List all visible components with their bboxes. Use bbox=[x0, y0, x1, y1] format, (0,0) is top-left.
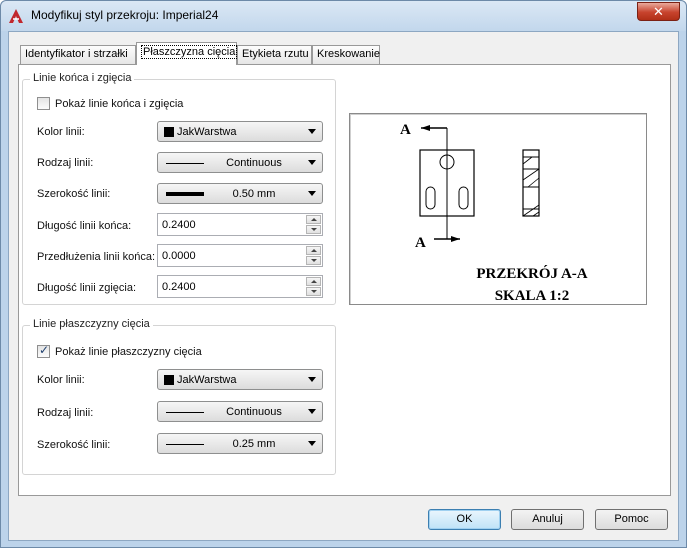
part-slot-left bbox=[425, 186, 436, 210]
spin-down-icon[interactable] bbox=[306, 287, 321, 296]
spin-up-icon[interactable] bbox=[306, 277, 321, 286]
tab-hatching[interactable]: Kreskowanie bbox=[312, 45, 380, 64]
select-value: 0.25 mm bbox=[232, 438, 276, 450]
end-lines-group: Linie końca i zgięcia Pokaż linie końca … bbox=[22, 72, 336, 305]
show-end-lines-label: Pokaż linie końca i zgięcia bbox=[55, 98, 184, 110]
preview-marker-bottom: A bbox=[415, 235, 426, 251]
end-lineweight-label: Szerokość linii: bbox=[37, 188, 111, 200]
hatch-line bbox=[522, 204, 540, 217]
show-plane-lines-label: Pokaż linie płaszczyzny cięcia bbox=[55, 346, 202, 358]
end-color-select[interactable]: JakWarstwa bbox=[157, 121, 323, 142]
spin-down-icon[interactable] bbox=[306, 225, 321, 234]
hatch-line bbox=[532, 211, 540, 217]
preview-image: A A PRZEKRÓJ A-A SKALA 1:2 bbox=[349, 113, 647, 305]
plane-color-select[interactable]: JakWarstwa bbox=[157, 369, 323, 390]
line-sample-icon bbox=[166, 192, 204, 196]
line-sample-icon bbox=[166, 444, 204, 445]
ok-button[interactable]: OK bbox=[428, 509, 501, 530]
extension-label: Przedłużenia linii końca: bbox=[37, 251, 156, 263]
color-swatch bbox=[164, 127, 174, 137]
part-slot-right bbox=[458, 186, 469, 210]
extension-input[interactable] bbox=[160, 247, 300, 264]
tab-cutting-plane[interactable]: Płaszczyzna cięcia bbox=[136, 42, 238, 65]
tab-label: Etykieta rzutu bbox=[242, 48, 309, 60]
help-button[interactable]: Pomoc bbox=[595, 509, 668, 530]
show-end-lines-checkbox[interactable] bbox=[37, 97, 50, 110]
chevron-down-icon bbox=[308, 191, 316, 196]
dialog-client: Identyfikator i strzałki Płaszczyzna cię… bbox=[8, 31, 679, 541]
hatch-line bbox=[522, 156, 533, 165]
plane-linetype-select[interactable]: Continuous bbox=[157, 401, 323, 422]
tab-label: Identyfikator i strzałki bbox=[25, 48, 128, 60]
tab-label: Kreskowanie bbox=[317, 48, 380, 60]
plane-color-label: Kolor linii: bbox=[37, 374, 85, 386]
end-lineweight-select[interactable]: 0.50 mm bbox=[157, 183, 323, 204]
preview-marker-top: A bbox=[400, 122, 411, 138]
chevron-down-icon bbox=[308, 377, 316, 382]
close-button[interactable]: ✕ bbox=[637, 2, 680, 21]
end-linetype-select[interactable]: Continuous bbox=[157, 152, 323, 173]
arrow-left-icon bbox=[421, 125, 430, 131]
show-plane-lines-checkbox[interactable] bbox=[37, 343, 50, 358]
section-view bbox=[522, 149, 540, 217]
tab-identifier-arrows[interactable]: Identyfikator i strzałki bbox=[20, 45, 136, 64]
preview-caption-title: PRZEKRÓJ A-A bbox=[476, 265, 587, 282]
line-sample-icon bbox=[166, 163, 204, 164]
plane-linetype-label: Rodzaj linii: bbox=[37, 407, 94, 419]
select-value: JakWarstwa bbox=[177, 126, 237, 138]
group-title: Linie końca i zgięcia bbox=[30, 72, 135, 84]
tab-panel: Linie końca i zgięcia Pokaż linie końca … bbox=[18, 64, 671, 496]
chevron-down-icon bbox=[308, 160, 316, 165]
chevron-down-icon bbox=[308, 129, 316, 134]
title-bar[interactable]: Modyfikuj styl przekroju: Imperial24 ✕ bbox=[1, 1, 686, 31]
extension-spinner[interactable] bbox=[157, 244, 323, 267]
end-length-input[interactable] bbox=[160, 216, 300, 233]
spin-up-icon[interactable] bbox=[306, 246, 321, 255]
plane-lineweight-label: Szerokość linii: bbox=[37, 439, 111, 451]
hatch-line bbox=[527, 177, 540, 188]
color-swatch bbox=[164, 375, 174, 385]
jog-length-spinner[interactable] bbox=[157, 275, 323, 298]
preview-caption-scale: SKALA 1:2 bbox=[495, 288, 570, 304]
select-value: 0.50 mm bbox=[232, 188, 276, 200]
hatch-line bbox=[522, 168, 540, 181]
group-title: Linie płaszczyzny cięcia bbox=[30, 318, 153, 330]
section-preview-drawing: A A PRZEKRÓJ A-A SKALA 1:2 bbox=[400, 122, 588, 304]
end-length-spinner[interactable] bbox=[157, 213, 323, 236]
jog-length-input[interactable] bbox=[160, 278, 300, 295]
select-value: JakWarstwa bbox=[177, 374, 237, 386]
jog-length-label: Długość linii zgięcia: bbox=[37, 282, 137, 294]
cancel-button[interactable]: Anuluj bbox=[511, 509, 584, 530]
select-value: Continuous bbox=[226, 406, 282, 418]
chevron-down-icon bbox=[308, 409, 316, 414]
dialog-window: Modyfikuj styl przekroju: Imperial24 ✕ I… bbox=[0, 0, 687, 548]
select-value: Continuous bbox=[226, 157, 282, 169]
end-length-label: Długość linii końca: bbox=[37, 220, 132, 232]
tab-view-label[interactable]: Etykieta rzutu bbox=[237, 45, 312, 64]
plane-lines-group: Linie płaszczyzny cięcia Pokaż linie pła… bbox=[22, 318, 336, 475]
autocad-logo-icon bbox=[9, 9, 23, 23]
spin-down-icon[interactable] bbox=[306, 256, 321, 265]
window-title: Modyfikuj styl przekroju: Imperial24 bbox=[31, 8, 219, 22]
plane-lineweight-select[interactable]: 0.25 mm bbox=[157, 433, 323, 454]
line-sample-icon bbox=[166, 412, 204, 413]
tab-label: Płaszczyzna cięcia bbox=[141, 45, 238, 59]
arrow-right-icon bbox=[451, 236, 460, 242]
end-linetype-label: Rodzaj linii: bbox=[37, 157, 94, 169]
chevron-down-icon bbox=[308, 441, 316, 446]
spin-up-icon[interactable] bbox=[306, 215, 321, 224]
end-color-label: Kolor linii: bbox=[37, 126, 85, 138]
